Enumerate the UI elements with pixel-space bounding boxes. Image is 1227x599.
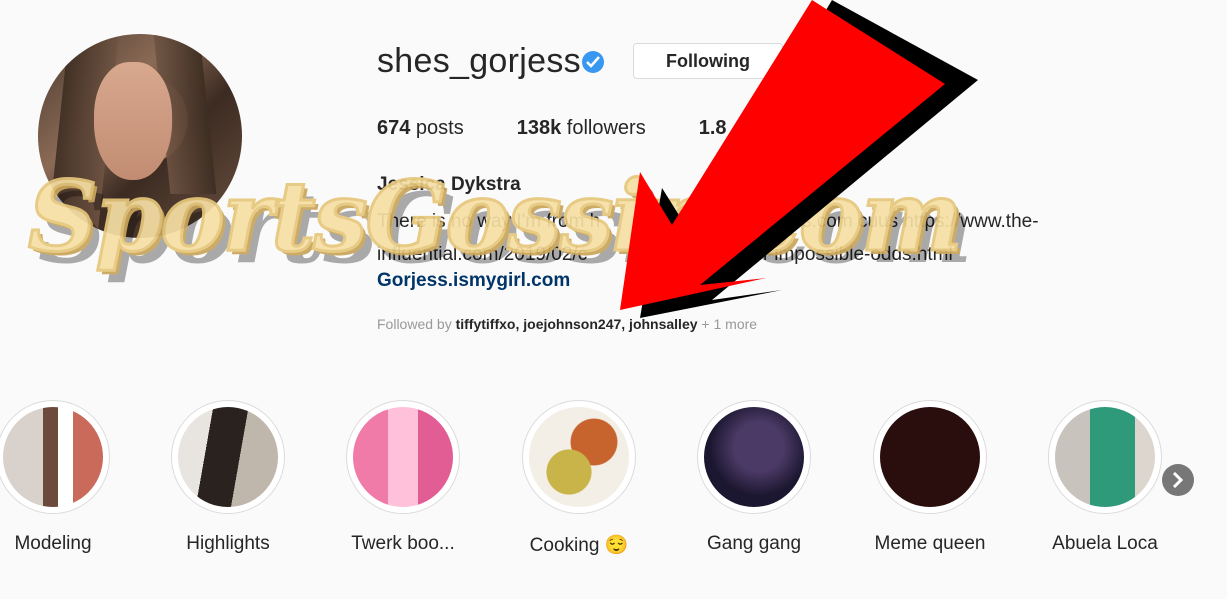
- posts-count[interactable]: 674 posts: [377, 117, 464, 140]
- highlight-twerk[interactable]: Twerk boo...: [328, 400, 478, 555]
- highlight-highlights[interactable]: Highlights: [153, 400, 303, 555]
- highlight-gang-gang[interactable]: Gang gang: [679, 400, 829, 555]
- highlight-thumbnail: [704, 407, 804, 507]
- highlight-modeling[interactable]: Modeling: [0, 400, 128, 555]
- highlight-thumbnail: [880, 407, 980, 507]
- followers-count[interactable]: 138k followers: [517, 117, 646, 140]
- followed-by[interactable]: Followed by tiffytiffxo, joejohnson247, …: [377, 316, 757, 332]
- highlight-thumbnail: [529, 407, 629, 507]
- highlight-cooking[interactable]: Cooking 😌: [504, 400, 654, 557]
- website-link[interactable]: Gorjess.ismygirl.com: [377, 270, 570, 292]
- highlight-meme-queen[interactable]: Meme queen: [855, 400, 1005, 555]
- profile-stats: 674 posts 138k followers 1.8: [377, 117, 780, 140]
- story-highlights: Modeling Highlights Twerk boo... Cooking…: [0, 400, 1227, 580]
- highlight-thumbnail: [178, 407, 278, 507]
- full-name: Jessica Dykstra: [377, 174, 521, 195]
- following-count[interactable]: 1.8: [699, 117, 727, 140]
- verified-badge-icon: [582, 51, 604, 73]
- highlight-thumbnail: [3, 407, 103, 507]
- username: shes_gorjess: [377, 42, 581, 80]
- bio-text: There is no way I'm from h gorjess.com cu…: [377, 211, 1039, 265]
- highlight-thumbnail: [1055, 407, 1155, 507]
- highlight-abuela-loca[interactable]: Abuela Loca: [1030, 400, 1180, 555]
- following-button[interactable]: Following: [633, 43, 783, 79]
- highlight-thumbnail: [353, 407, 453, 507]
- chevron-right-icon[interactable]: [1162, 464, 1194, 496]
- profile-avatar[interactable]: [38, 34, 242, 238]
